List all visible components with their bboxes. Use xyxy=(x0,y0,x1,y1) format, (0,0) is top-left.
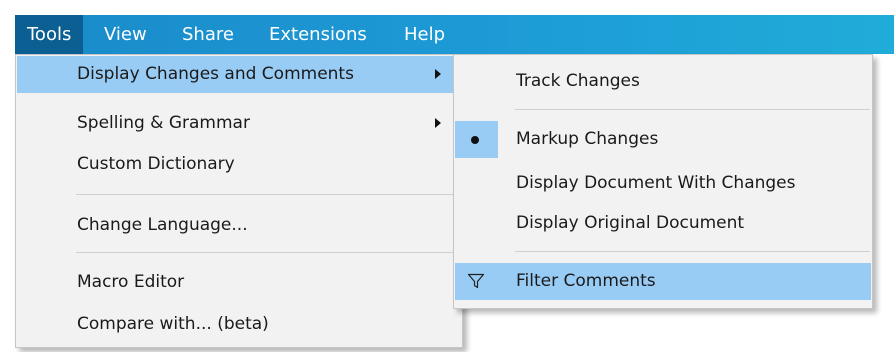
menu-item-label: Compare with... (beta) xyxy=(77,314,269,334)
display-changes-submenu: Track Changes Markup Changes Display Doc… xyxy=(453,54,873,309)
menu-bar: Tools View Share Extensions Help xyxy=(15,15,894,54)
submenu-arrow-icon xyxy=(435,69,441,79)
menu-separator xyxy=(76,252,460,253)
menu-item-macro-editor[interactable]: Macro Editor xyxy=(17,264,461,301)
menu-item-filter-comments[interactable]: Filter Comments xyxy=(455,263,871,300)
menu-item-label: Display Changes and Comments xyxy=(77,64,354,84)
menu-tools[interactable]: Tools xyxy=(15,15,84,54)
menu-view[interactable]: View xyxy=(92,15,159,54)
menu-item-display-document-with-changes[interactable]: Display Document With Changes xyxy=(455,165,871,202)
menu-item-label: Custom Dictionary xyxy=(77,154,235,174)
menu-item-compare-with[interactable]: Compare with... (beta) xyxy=(17,306,461,343)
menu-item-display-original-document[interactable]: Display Original Document xyxy=(455,205,871,242)
menu-item-label: Display Original Document xyxy=(516,213,745,233)
menu-item-label: Track Changes xyxy=(516,71,640,91)
menu-separator xyxy=(515,251,870,252)
submenu-arrow-icon xyxy=(435,118,441,128)
menu-help[interactable]: Help xyxy=(392,15,457,54)
selection-gutter xyxy=(455,121,498,158)
menu-item-display-changes-and-comments[interactable]: Display Changes and Comments xyxy=(17,56,461,93)
menu-item-custom-dictionary[interactable]: Custom Dictionary xyxy=(17,146,461,183)
menu-item-label: Macro Editor xyxy=(77,272,185,292)
menu-item-label: Markup Changes xyxy=(516,129,659,149)
menu-item-spelling-grammar[interactable]: Spelling & Grammar xyxy=(17,105,461,142)
menu-item-label: Spelling & Grammar xyxy=(77,113,250,133)
tools-menu: Display Changes and Comments Spelling & … xyxy=(15,54,463,348)
menu-separator xyxy=(515,109,870,110)
menu-extensions[interactable]: Extensions xyxy=(257,15,379,54)
menu-share[interactable]: Share xyxy=(170,15,246,54)
menu-item-label: Display Document With Changes xyxy=(516,173,796,193)
menu-item-label: Filter Comments xyxy=(516,271,656,291)
menu-item-markup-changes[interactable]: Markup Changes xyxy=(455,121,871,158)
menu-separator xyxy=(76,194,460,195)
filter-icon xyxy=(467,273,485,289)
menu-item-label: Change Language... xyxy=(77,215,248,235)
menu-item-track-changes[interactable]: Track Changes xyxy=(455,63,871,100)
radio-bullet-icon xyxy=(471,136,479,144)
menu-item-change-language[interactable]: Change Language... xyxy=(17,207,461,244)
